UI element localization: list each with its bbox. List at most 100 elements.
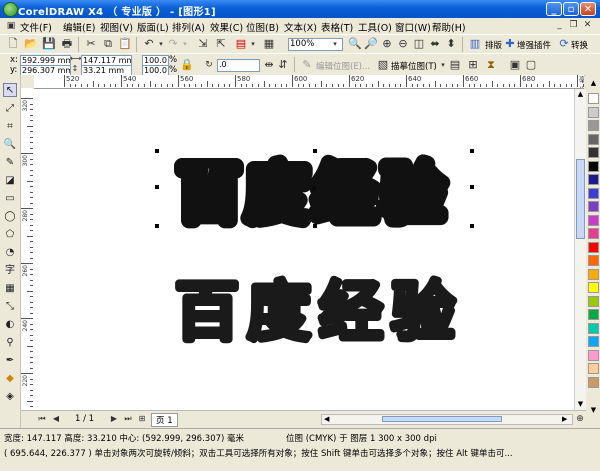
fill-tool-icon[interactable]: ◆ xyxy=(3,372,17,386)
color-swatch[interactable] xyxy=(588,241,599,253)
zoom-selected-icon[interactable]: ⊕ xyxy=(380,37,394,51)
convert-button[interactable]: 转换 xyxy=(571,39,588,51)
prev-page-icon[interactable]: ◀ xyxy=(49,412,63,426)
color-swatch[interactable] xyxy=(588,282,599,293)
rotation-angle-field[interactable]: .0 xyxy=(217,59,260,72)
new-icon[interactable]: 🗋 xyxy=(6,37,20,51)
text-tool-icon[interactable]: 字 xyxy=(3,264,17,278)
crop-icon[interactable]: ⊞ xyxy=(466,58,480,72)
basic-shapes-tool-icon[interactable]: ◔ xyxy=(3,246,17,260)
solid-text-object[interactable]: 百度经验 xyxy=(172,273,463,353)
launcher-dropdown-icon[interactable]: ▾ xyxy=(246,37,260,51)
zoom-height-icon[interactable]: ⬍ xyxy=(444,37,458,51)
wrap-text-icon[interactable]: ▤ xyxy=(448,58,462,72)
menu-bitmaps[interactable]: 位图(B) xyxy=(246,20,279,34)
color-swatch[interactable] xyxy=(588,187,599,199)
smart-fill-tool-icon[interactable]: ◪ xyxy=(3,174,17,188)
eyedropper-tool-icon[interactable]: ⚲ xyxy=(3,336,17,350)
layout-button[interactable]: 排版 xyxy=(485,39,502,51)
print-icon[interactable]: 🖶 xyxy=(60,37,74,51)
first-page-icon[interactable]: ⏮ xyxy=(35,412,49,426)
ellipse-tool-icon[interactable]: ◯ xyxy=(3,210,17,224)
color-swatch[interactable] xyxy=(588,309,599,320)
copy-icon[interactable]: ⧉ xyxy=(101,37,115,51)
color-swatch[interactable] xyxy=(588,174,599,185)
table-tool-icon[interactable]: ▦ xyxy=(3,282,17,296)
outline-tool-icon[interactable]: ✒ xyxy=(3,354,17,368)
mirror-vertical-icon[interactable]: ⇵ xyxy=(276,58,290,72)
color-swatch[interactable] xyxy=(588,336,599,347)
menu-effects[interactable]: 效果(C) xyxy=(210,20,243,34)
to-back-icon[interactable]: ▢ xyxy=(524,58,538,72)
color-swatch[interactable] xyxy=(588,214,599,226)
vertical-scrollbar[interactable]: ▲ ▼ xyxy=(574,89,586,410)
color-swatch[interactable] xyxy=(588,93,599,104)
color-swatch[interactable] xyxy=(588,295,599,307)
open-icon[interactable]: 📂 xyxy=(24,37,38,51)
close-button[interactable]: ✕ xyxy=(580,2,596,16)
scroll-thumb[interactable] xyxy=(576,159,585,239)
navigator-icon[interactable]: ⊕ xyxy=(573,412,587,426)
scroll-thumb[interactable] xyxy=(382,416,502,422)
rectangle-tool-icon[interactable]: ▭ xyxy=(3,192,17,206)
color-swatch[interactable] xyxy=(588,106,599,118)
shape-tool-icon[interactable]: ⤢ xyxy=(3,102,17,116)
to-front-icon[interactable]: ▣ xyxy=(508,58,522,72)
palette-scroll-down-icon[interactable]: ▼ xyxy=(588,405,599,415)
edit-bitmap-icon[interactable]: ✎ xyxy=(300,58,314,72)
menu-file[interactable]: 文件(F) xyxy=(20,20,52,34)
menu-window[interactable]: 窗口(W) xyxy=(395,20,431,34)
welcome-screen-icon[interactable]: ▦ xyxy=(262,37,276,51)
scroll-down-icon[interactable]: ▼ xyxy=(575,399,586,409)
paste-icon[interactable]: 📋 xyxy=(118,37,132,51)
menu-edit[interactable]: 编辑(E) xyxy=(63,20,95,34)
mirror-horizontal-icon[interactable]: ⇹ xyxy=(262,58,276,72)
color-swatch[interactable] xyxy=(588,160,599,172)
redo-dropdown-icon[interactable]: ▾ xyxy=(178,37,192,51)
trace-bitmap-icon[interactable]: ▧ xyxy=(376,58,390,72)
scroll-left-icon[interactable]: ◀ xyxy=(324,415,333,424)
palette-scroll-up-icon[interactable]: ▲ xyxy=(588,78,599,88)
menu-table[interactable]: 表格(T) xyxy=(321,20,353,34)
last-page-icon[interactable]: ⏭ xyxy=(121,412,135,426)
edit-bitmap-button[interactable]: 编辑位图(E)... xyxy=(316,60,370,72)
color-swatch[interactable] xyxy=(588,255,599,266)
save-icon[interactable]: 💾 xyxy=(42,37,56,51)
color-swatch[interactable] xyxy=(588,201,599,212)
zoom-all-icon[interactable]: ⊖ xyxy=(396,37,410,51)
menu-view[interactable]: 视图(V) xyxy=(100,20,133,34)
coreldraw-app-icon[interactable] xyxy=(3,2,18,17)
ruler-origin[interactable] xyxy=(21,75,34,88)
maximize-button[interactable]: ▫ xyxy=(563,2,579,16)
color-swatch[interactable] xyxy=(588,133,599,145)
menu-arrange[interactable]: 排列(A) xyxy=(172,20,205,34)
color-swatch[interactable] xyxy=(588,363,599,374)
add-page-icon[interactable]: ⊞ xyxy=(135,412,149,426)
document-icon[interactable]: ▣ xyxy=(4,19,18,33)
minimize-button[interactable]: _ xyxy=(546,2,562,16)
next-page-icon[interactable]: ▶ xyxy=(107,412,121,426)
bitmap-color-mask-icon[interactable]: ⧗ xyxy=(484,58,498,72)
menu-help[interactable]: 帮助(H) xyxy=(432,20,466,34)
import-icon[interactable]: ⇲ xyxy=(196,37,210,51)
horizontal-scrollbar[interactable]: ◀ ▶ xyxy=(321,414,573,425)
doc-minimize-button[interactable]: _ xyxy=(553,20,566,31)
zoom-in-icon[interactable]: 🔍 xyxy=(348,37,362,51)
convert-icon[interactable]: ⟳ xyxy=(557,37,571,51)
color-swatch[interactable] xyxy=(588,322,599,334)
doc-close-button[interactable]: ✕ xyxy=(581,20,594,31)
polygon-tool-icon[interactable]: ⬠ xyxy=(3,228,17,242)
zoom-tool-icon[interactable]: 🔍 xyxy=(3,138,17,152)
menu-tools[interactable]: 工具(O) xyxy=(358,20,392,34)
scroll-up-icon[interactable]: ▲ xyxy=(575,89,586,99)
color-swatch[interactable] xyxy=(588,268,599,280)
interactive-blend-tool-icon[interactable]: ◐ xyxy=(3,318,17,332)
page-tab[interactable]: 页 1 xyxy=(151,413,178,427)
menu-text[interactable]: 文本(X) xyxy=(284,20,317,34)
freehand-tool-icon[interactable]: ✎ xyxy=(3,156,17,170)
horizontal-ruler[interactable]: 520540560580600620640660680毫米 xyxy=(34,75,584,89)
interactive-fill-tool-icon[interactable]: ◈ xyxy=(3,390,17,404)
chevron-down-icon[interactable]: ▾ xyxy=(330,37,340,51)
layout-icon[interactable]: ▥ xyxy=(468,37,482,51)
pick-tool-icon[interactable]: ↖ xyxy=(3,83,17,97)
